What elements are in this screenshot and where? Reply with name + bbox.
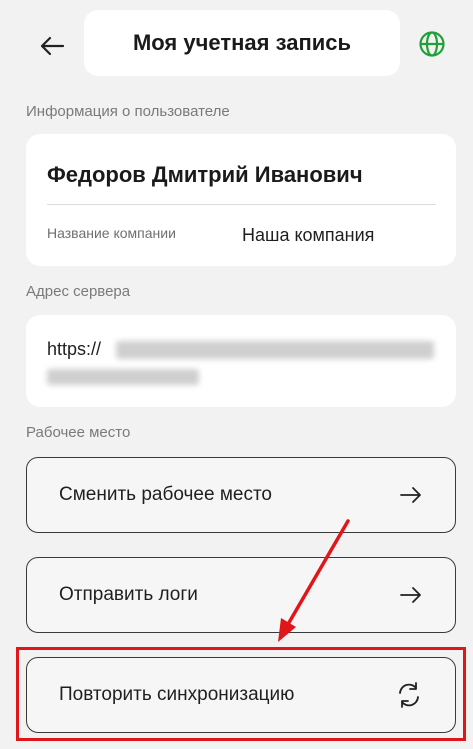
annotation-arrow [278, 519, 350, 642]
